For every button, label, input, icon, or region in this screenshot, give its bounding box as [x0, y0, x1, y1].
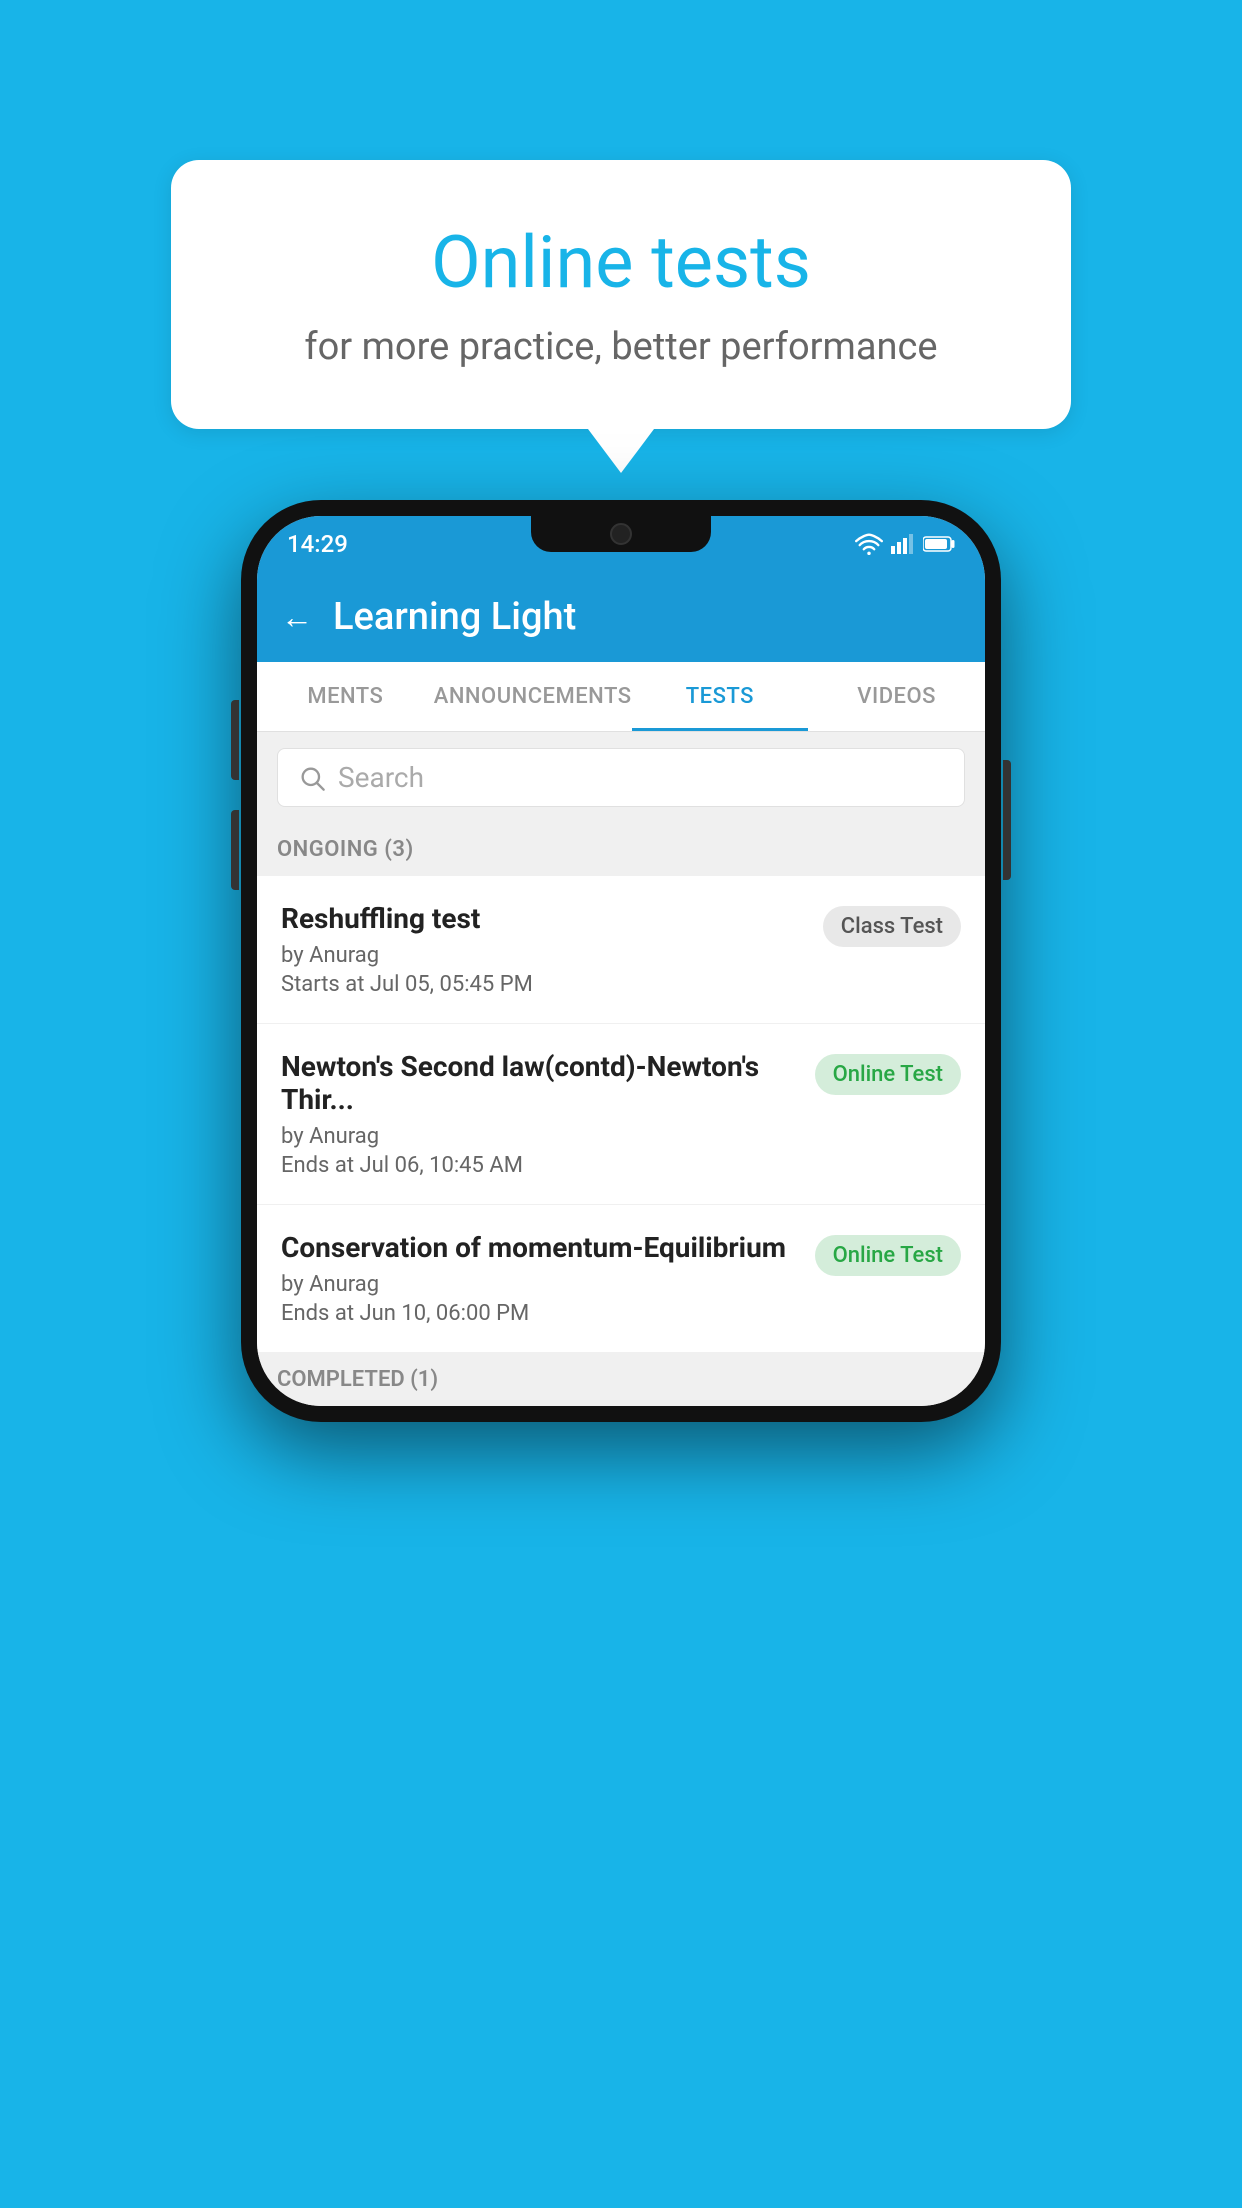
test-item-2[interactable]: Newton's Second law(contd)-Newton's Thir…	[257, 1024, 985, 1205]
test-name-3: Conservation of momentum-Equilibrium	[281, 1231, 803, 1264]
battery-icon	[923, 535, 955, 553]
ongoing-label: ONGOING (3)	[277, 837, 414, 862]
wifi-icon	[855, 533, 883, 555]
test-time-1: Starts at Jul 05, 05:45 PM	[281, 972, 811, 997]
search-container: Search	[257, 732, 985, 823]
tab-videos[interactable]: VIDEOS	[808, 662, 985, 731]
test-info-3: Conservation of momentum-Equilibrium by …	[281, 1231, 803, 1326]
app-header-title: Learning Light	[333, 595, 576, 639]
power-button	[1003, 760, 1011, 880]
phone-screen: 14:29	[257, 516, 985, 1406]
tab-announcements[interactable]: ANNOUNCEMENTS	[434, 662, 632, 731]
test-badge-2: Online Test	[815, 1054, 961, 1095]
search-icon	[298, 764, 326, 792]
status-icons	[855, 533, 955, 555]
test-author-2: by Anurag	[281, 1124, 803, 1149]
front-camera	[610, 523, 632, 545]
phone-outer: 14:29	[241, 500, 1001, 1422]
completed-label: COMPLETED (1)	[277, 1367, 438, 1392]
tab-ments[interactable]: MENTS	[257, 662, 434, 731]
status-time: 14:29	[287, 530, 348, 558]
test-badge-3: Online Test	[815, 1235, 961, 1276]
test-author-3: by Anurag	[281, 1272, 803, 1297]
tabs-bar: MENTS ANNOUNCEMENTS TESTS VIDEOS	[257, 662, 985, 732]
test-name-2: Newton's Second law(contd)-Newton's Thir…	[281, 1050, 803, 1116]
ongoing-section-header: ONGOING (3)	[257, 823, 985, 876]
back-button[interactable]: ←	[281, 598, 313, 636]
phone-mockup: 14:29	[241, 500, 1001, 1422]
bubble-title: Online tests	[251, 220, 991, 305]
test-time-3: Ends at Jun 10, 06:00 PM	[281, 1301, 803, 1326]
test-time-2: Ends at Jul 06, 10:45 AM	[281, 1153, 803, 1178]
bubble-subtitle: for more practice, better performance	[251, 325, 991, 369]
phone-notch	[531, 516, 711, 552]
test-author-1: by Anurag	[281, 943, 811, 968]
test-info-1: Reshuffling test by Anurag Starts at Jul…	[281, 902, 811, 997]
signal-icon	[891, 533, 915, 555]
volume-down-button	[231, 810, 239, 890]
tab-tests[interactable]: TESTS	[632, 662, 809, 731]
speech-bubble: Online tests for more practice, better p…	[171, 160, 1071, 429]
search-bar[interactable]: Search	[277, 748, 965, 807]
volume-up-button	[231, 700, 239, 780]
test-item-3[interactable]: Conservation of momentum-Equilibrium by …	[257, 1205, 985, 1353]
test-info-2: Newton's Second law(contd)-Newton's Thir…	[281, 1050, 803, 1178]
test-name-1: Reshuffling test	[281, 902, 811, 935]
completed-section-header: COMPLETED (1)	[257, 1353, 985, 1406]
app-header: ← Learning Light	[257, 572, 985, 662]
search-placeholder: Search	[338, 761, 424, 794]
test-badge-1: Class Test	[823, 906, 961, 947]
test-item-1[interactable]: Reshuffling test by Anurag Starts at Jul…	[257, 876, 985, 1024]
